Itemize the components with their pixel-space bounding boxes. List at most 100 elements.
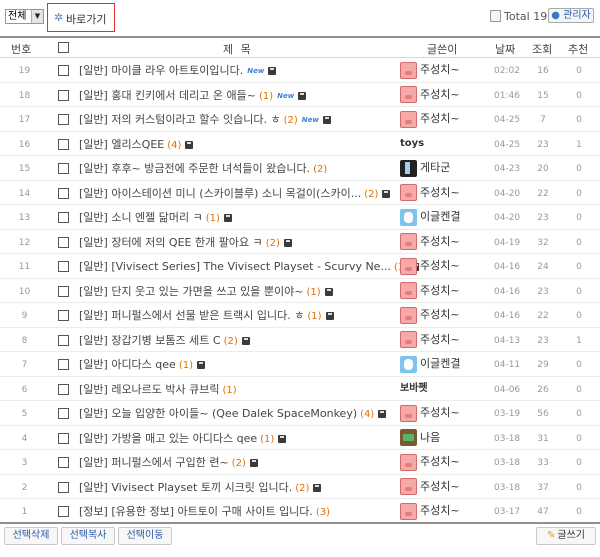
author-name: 주성치~ (420, 504, 460, 517)
category-select[interactable]: 전체 ▼ (5, 9, 44, 24)
post-subject-link[interactable]: [일반] 퍼니펄스에서 선물 받은 트랙시 입니다. ㅎ (1) (79, 309, 419, 323)
row-number: 16 (18, 139, 31, 150)
row-checkbox[interactable] (58, 408, 69, 419)
post-date: 04-25 (494, 139, 521, 150)
post-author[interactable]: 주성치~ (400, 233, 475, 250)
copy-selected-button[interactable]: 선택복사 (61, 527, 115, 545)
author-name: 주성치~ (420, 234, 460, 248)
post-author[interactable]: 이글켄결 (400, 208, 475, 226)
post-author[interactable]: 나음 (400, 429, 475, 446)
post-title: [일반] 아이스테이션 미니 (스카이블루) 소니 목걸이(스카이... (79, 186, 362, 200)
post-subject-link[interactable]: [일반] Vivisect Playset 토끼 시크릿 입니다. (2) (79, 481, 419, 495)
attachment-icon (278, 434, 287, 443)
post-date: 04-06 (494, 384, 521, 395)
post-subject-link[interactable]: [일반] 레오나르도 박사 큐브릭 (1) (79, 383, 419, 397)
author-name: 주성치~ (420, 406, 460, 419)
row-number: 4 (21, 433, 28, 444)
row-checkbox[interactable] (58, 187, 69, 199)
post-author[interactable]: 주성치~ (400, 331, 475, 348)
post-subject-link[interactable]: [정보] [유용한 정보] 아트토이 구매 사이트 입니다. (3) (79, 505, 419, 519)
comment-count: (1) (307, 311, 322, 322)
post-author[interactable]: 주성치~ (400, 453, 475, 471)
row-checkbox[interactable] (58, 163, 69, 174)
admin-button[interactable]: ● 관리자 (548, 8, 594, 23)
recommend-count: 0 (576, 188, 582, 199)
row-checkbox[interactable] (58, 261, 69, 272)
select-all-checkbox[interactable] (58, 42, 69, 53)
post-subject-link[interactable]: [일반] 장갑기병 보톰즈 세트 C (2) (79, 334, 419, 348)
comment-count: (2) (265, 237, 280, 249)
delete-selected-button[interactable]: 선택삭제 (4, 527, 58, 545)
row-checkbox[interactable] (58, 212, 69, 223)
post-author[interactable]: 주성치~ (400, 257, 475, 275)
post-author[interactable]: 이글켄결 (400, 355, 475, 373)
post-author[interactable]: 주성치~ (400, 478, 475, 495)
move-selected-button[interactable]: 선택이동 (118, 527, 172, 545)
row-checkbox[interactable] (58, 138, 69, 150)
post-author[interactable]: 게타군 (400, 159, 475, 177)
post-subject-link[interactable]: [일반] 아디다스 qee (1) (79, 358, 419, 372)
row-checkbox[interactable] (58, 310, 69, 321)
row-number: 7 (21, 360, 28, 370)
avatar-icon (400, 233, 417, 250)
post-subject-link[interactable]: [일반] [Vivisect Series] The Vivisect Play… (79, 260, 419, 274)
avatar-icon (400, 331, 417, 348)
table-row: 6 [일반] 레오나르도 박사 큐브릭 (1) 보바펫 04-06 26 0 (0, 377, 600, 401)
author-name: 이글켄결 (420, 357, 461, 370)
post-subject-link[interactable]: [일반] 가방을 매고 있는 아디다스 qee (1) (79, 432, 419, 446)
row-checkbox[interactable] (58, 383, 69, 395)
post-author[interactable]: 주성치~ (400, 61, 475, 79)
post-author[interactable]: 주성치~ (400, 282, 475, 299)
post-author[interactable]: 주성치~ (400, 86, 475, 103)
row-checkbox[interactable] (58, 457, 69, 468)
write-button[interactable]: ✎ 글쓰기 (536, 527, 596, 545)
row-number: 6 (21, 384, 28, 395)
post-author[interactable]: 주성치~ (400, 404, 475, 422)
row-checkbox[interactable] (58, 481, 69, 493)
row-checkbox[interactable] (58, 334, 69, 346)
post-subject-link[interactable]: [일반] 엘리스QEE (4) (79, 138, 419, 152)
post-subject-link[interactable]: [일반] 단지 웃고 있는 가면을 쓰고 있을 뿐이야~ (1) (79, 285, 419, 299)
post-subject-link[interactable]: [일반] 퍼니펄스에서 구입한 련~ (2) (79, 456, 419, 470)
table-row: 8 [일반] 장갑기병 보톰즈 세트 C (2) 주성치~ 04-13 23 1 (0, 328, 600, 352)
row-checkbox[interactable] (58, 89, 69, 101)
post-author[interactable]: toys (400, 135, 475, 152)
post-subject-link[interactable]: [일반] 오늘 입양한 아이들~ (Qee Dalek SpaceMonkey)… (79, 407, 419, 421)
avatar-icon (400, 159, 417, 177)
row-checkbox[interactable] (58, 65, 69, 76)
total-value: 19 (533, 10, 548, 23)
chevron-down-icon[interactable]: ▼ (31, 10, 43, 23)
avatar-icon (400, 478, 417, 495)
post-author[interactable]: 주성치~ (400, 502, 475, 520)
row-checkbox[interactable] (58, 236, 69, 248)
post-subject-link[interactable]: [일반] 마이클 라우 아트토이입니다. New (79, 64, 419, 78)
post-subject-link[interactable]: [일반] 후후~ 방금전에 주문한 녀석들이 왔습니다. (2) (79, 162, 419, 176)
post-author[interactable]: 주성치~ (400, 306, 475, 324)
post-title: [일반] 아디다스 qee (79, 358, 176, 371)
post-subject-link[interactable]: [일반] 장터에 저의 QEE 한개 팔아요 ㅋ (2) (79, 236, 419, 250)
post-subject-link[interactable]: [일반] 저의 커스텀이라고 할수 잇습니다. ㅎ (2) New (79, 113, 419, 127)
author-name: 주성치~ (420, 455, 460, 468)
shortcut-link[interactable]: ✲ 바로가기 (47, 3, 115, 32)
attachment-icon (313, 483, 322, 492)
post-title: [일반] 후후~ 방금전에 주문한 녀석들이 왔습니다. (79, 162, 311, 175)
post-author[interactable]: 주성치~ (400, 110, 475, 128)
post-subject-link[interactable]: [일반] 홍대 킨키에서 데리고 온 애들~ (1) New (79, 89, 419, 103)
attachment-icon (322, 116, 331, 124)
row-checkbox[interactable] (58, 114, 69, 125)
post-title: [일반] 홍대 킨키에서 데리고 온 애들~ (79, 88, 256, 102)
view-count: 22 (537, 188, 549, 199)
post-author[interactable]: 보바펫 (400, 380, 475, 397)
recommend-count: 0 (576, 237, 582, 248)
view-count: 20 (537, 164, 549, 174)
row-checkbox[interactable] (58, 285, 69, 297)
post-subject-link[interactable]: [일반] 소니 엔젤 닮머리 ㅋ (1) (79, 211, 419, 225)
write-label: 글쓰기 (557, 530, 585, 541)
post-subject-link[interactable]: [일반] 아이스테이션 미니 (스카이블루) 소니 목걸이(스카이... (2) (79, 187, 419, 201)
row-checkbox[interactable] (58, 359, 69, 370)
col-views: 조회 (532, 43, 553, 56)
row-checkbox[interactable] (58, 432, 69, 444)
comment-count: (1) (258, 90, 274, 102)
row-checkbox[interactable] (58, 506, 69, 517)
post-author[interactable]: 주성치~ (400, 184, 475, 201)
